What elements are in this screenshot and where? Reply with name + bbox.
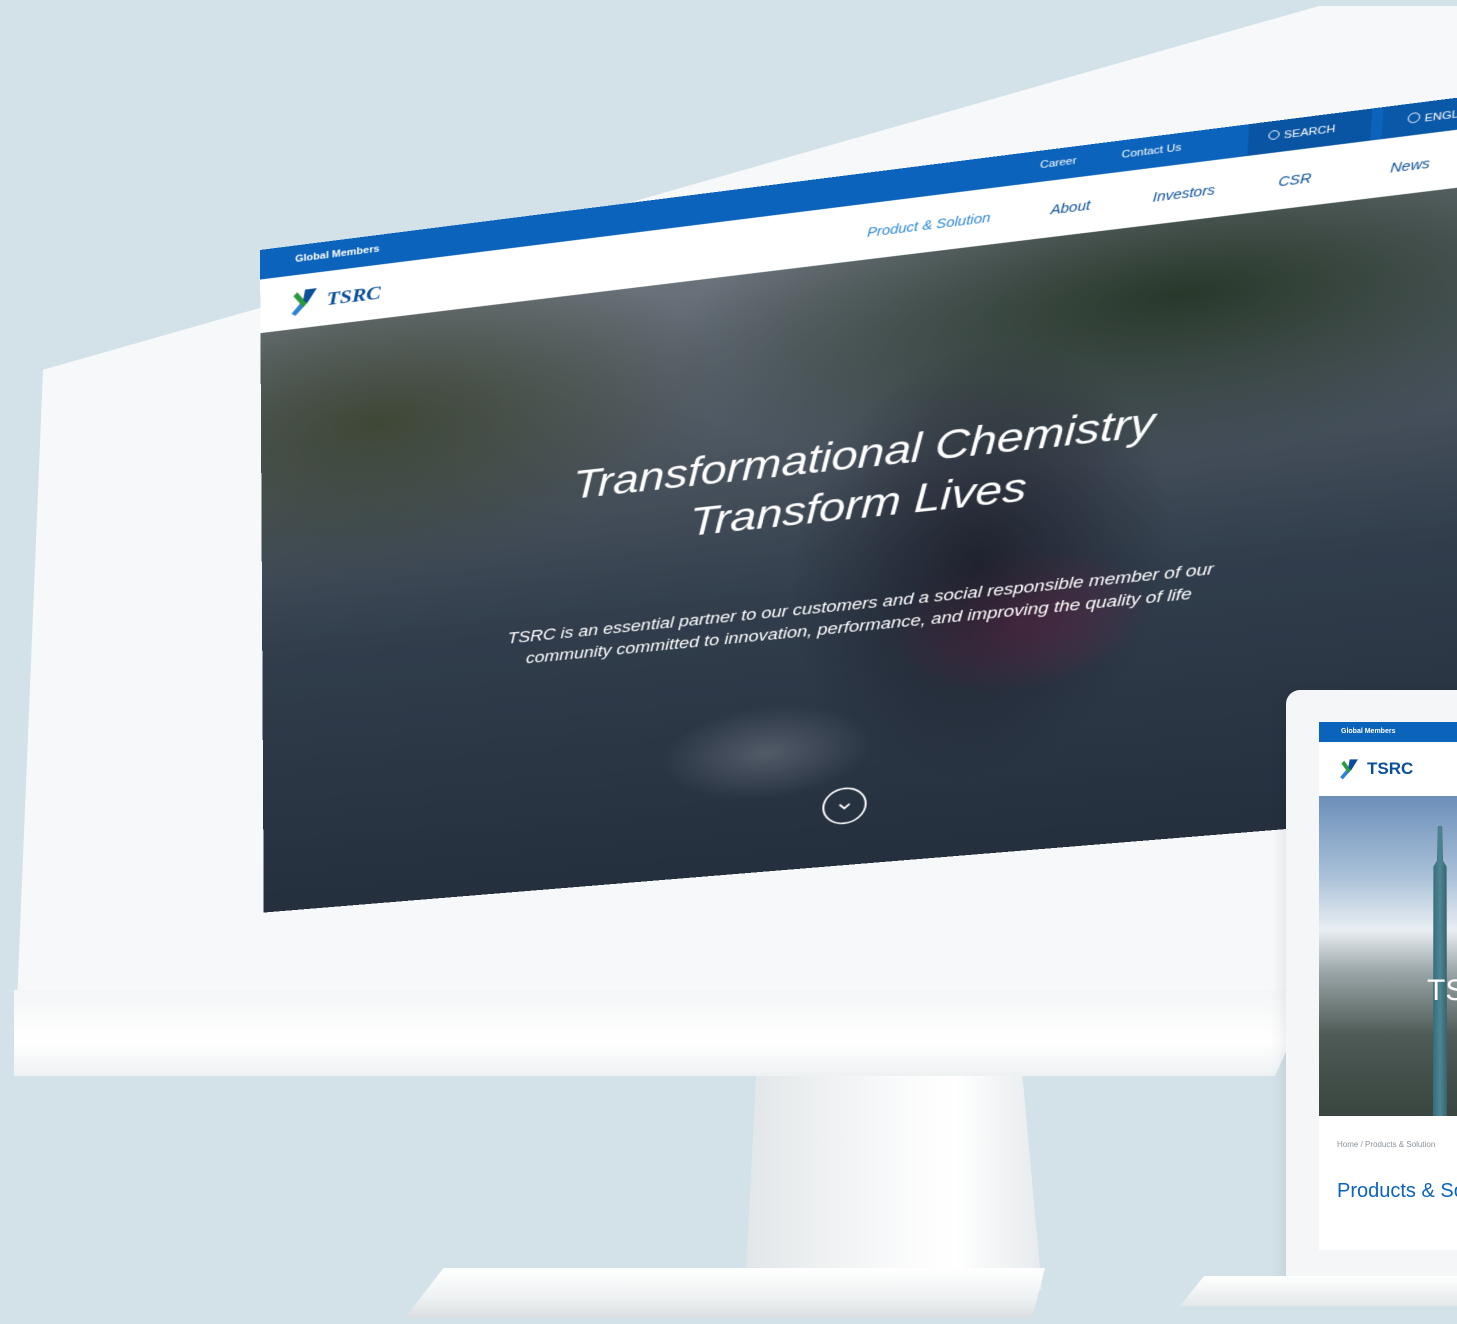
laptop-logo-text[interactable]: TSRC (1367, 759, 1413, 779)
laptop-screen: Global Members TSRC TS Home / Products &… (1319, 722, 1457, 1250)
nav-news[interactable]: News (1390, 156, 1431, 176)
taipei-101-tower (1432, 826, 1448, 1116)
search-label: SEARCH (1283, 123, 1336, 142)
tsrc-logo-icon (292, 287, 317, 317)
laptop-base (1180, 1276, 1457, 1306)
global-members-link[interactable]: Global Members (295, 244, 379, 265)
tsrc-logo[interactable]: TSRC (288, 277, 381, 320)
scroll-down-button[interactable] (821, 785, 868, 826)
nav-csr[interactable]: CSR (1278, 170, 1312, 189)
nav-investors[interactable]: Investors (1152, 182, 1215, 205)
device-mockup-scene: Global Members Career Contact Us SEARCH … (0, 0, 1457, 1324)
chevron-down-icon (836, 799, 853, 814)
laptop-hero-image: TS (1319, 796, 1457, 1116)
logo-text: TSRC (326, 281, 381, 310)
career-link[interactable]: Career (1040, 155, 1077, 171)
laptop-header: TSRC (1319, 742, 1457, 796)
imac-stand-neck (745, 1060, 1042, 1290)
contact-us-link[interactable]: Contact Us (1121, 142, 1181, 161)
hero-subtitle: TSRC is an essential partner to our cust… (405, 546, 1328, 681)
imac-screen: Global Members Career Contact Us SEARCH … (260, 88, 1457, 913)
nav-about[interactable]: About (1050, 198, 1090, 218)
search-icon (1268, 129, 1280, 141)
language-label: ENGLISH (1424, 106, 1457, 125)
imac-chin (14, 990, 1314, 1076)
breadcrumb[interactable]: Home / Products & Solution (1319, 1116, 1457, 1180)
imac-stand-base (405, 1268, 1045, 1318)
laptop-hero-text: TS (1427, 974, 1457, 1007)
tsrc-logo-icon (1340, 759, 1358, 780)
nav-product-solution[interactable]: Product & Solution (867, 210, 991, 240)
globe-icon (1407, 111, 1421, 124)
laptop-utility-bar[interactable]: Global Members (1319, 722, 1457, 742)
page-title: Products & So (1337, 1180, 1457, 1202)
